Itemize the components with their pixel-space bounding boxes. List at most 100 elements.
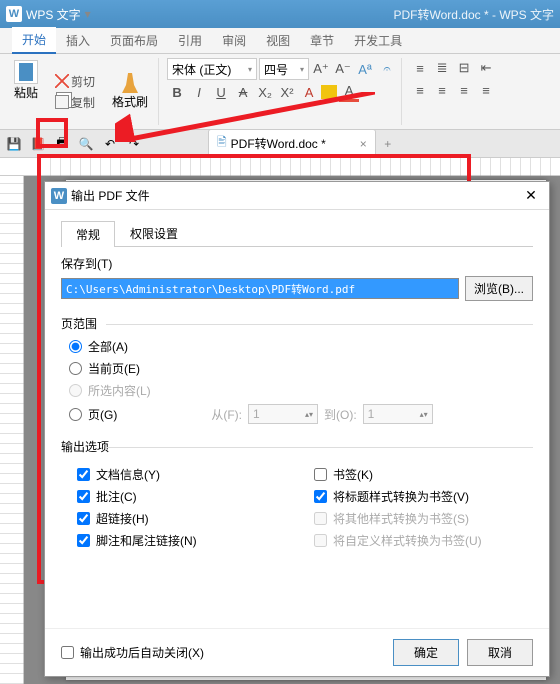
from-value: 1 bbox=[253, 407, 260, 421]
cut-icon bbox=[55, 74, 69, 88]
export-pdf-dialog: W 输出 PDF 文件 ✕ 常规 权限设置 保存到(T) 浏览(B)... 页范… bbox=[44, 181, 550, 677]
menu-start[interactable]: 开始 bbox=[12, 27, 56, 54]
app-logo: W bbox=[6, 6, 22, 22]
tab-general[interactable]: 常规 bbox=[61, 221, 115, 247]
cancel-button[interactable]: 取消 bbox=[467, 639, 533, 666]
paste-label: 粘贴 bbox=[14, 84, 38, 101]
multilevel-button[interactable]: ⊟ bbox=[454, 58, 474, 78]
size-select[interactable]: 四号▾ bbox=[259, 58, 309, 80]
check-links-input[interactable] bbox=[77, 512, 90, 525]
tab-close-button[interactable]: × bbox=[360, 137, 367, 151]
dialog-close-button[interactable]: ✕ bbox=[519, 186, 543, 206]
italic-button[interactable]: I bbox=[189, 82, 209, 102]
check-custom-input bbox=[314, 534, 327, 547]
radio-all-input[interactable] bbox=[69, 340, 82, 353]
export-pdf-button[interactable]: 📕 bbox=[28, 135, 48, 153]
tab-permissions[interactable]: 权限设置 bbox=[115, 220, 193, 246]
check-other-styles: 将其他样式转换为书签(S) bbox=[306, 510, 533, 527]
superscript-button[interactable]: X² bbox=[277, 82, 297, 102]
highlight-button[interactable] bbox=[321, 85, 337, 99]
align-right-button[interactable]: ≡ bbox=[454, 80, 474, 100]
radio-current[interactable]: 当前页(E) bbox=[61, 360, 533, 377]
print-preview-button[interactable]: 🔍 bbox=[76, 135, 96, 153]
align-justify-button[interactable]: ≡ bbox=[476, 80, 496, 100]
app-name: WPS 文字 bbox=[26, 6, 81, 23]
check-auto-close-input[interactable] bbox=[61, 646, 74, 659]
indent-left-button[interactable]: ⇤ bbox=[476, 58, 496, 78]
format-painter-button[interactable]: 格式刷 bbox=[106, 71, 154, 112]
to-spinner: 1▴▾ bbox=[363, 404, 433, 424]
cut-label: 剪切 bbox=[71, 73, 95, 90]
paste-button[interactable]: 粘贴 bbox=[8, 58, 44, 103]
font-color2-button[interactable]: A bbox=[339, 82, 359, 102]
check-comments-label: 批注(C) bbox=[96, 488, 137, 505]
menu-insert[interactable]: 插入 bbox=[56, 28, 100, 53]
decrease-font-button[interactable]: A⁻ bbox=[333, 59, 353, 79]
menu-dev[interactable]: 开发工具 bbox=[344, 28, 412, 53]
menu-review[interactable]: 审阅 bbox=[212, 28, 256, 53]
align-center-button[interactable]: ≡ bbox=[432, 80, 452, 100]
copy-button[interactable]: 复制 bbox=[52, 93, 98, 112]
path-input[interactable] bbox=[61, 278, 459, 299]
radio-current-input[interactable] bbox=[69, 362, 82, 375]
from-spinner: 1▴▾ bbox=[248, 404, 318, 424]
check-auto-close[interactable]: 输出成功后自动关闭(X) bbox=[61, 644, 204, 661]
to-label: 到(O): bbox=[324, 406, 357, 423]
radio-selection: 所选内容(L) bbox=[61, 382, 533, 399]
numbering-button[interactable]: ≣ bbox=[432, 58, 452, 78]
font-select[interactable]: 宋体 (正文)▾ bbox=[167, 58, 257, 80]
undo-button[interactable]: ↶ bbox=[100, 135, 120, 153]
app-dropdown[interactable]: ▾ bbox=[85, 7, 91, 21]
menu-chapter[interactable]: 章节 bbox=[300, 28, 344, 53]
radio-pages-input[interactable] bbox=[69, 408, 82, 421]
check-footnotes-input[interactable] bbox=[77, 534, 90, 547]
check-docinfo[interactable]: 文档信息(Y) bbox=[69, 466, 296, 483]
underline-button[interactable]: U bbox=[211, 82, 231, 102]
check-links-label: 超链接(H) bbox=[96, 510, 149, 527]
check-bookmarks-input[interactable] bbox=[314, 468, 327, 481]
align-left-button[interactable]: ≡ bbox=[410, 80, 430, 100]
check-footnotes[interactable]: 脚注和尾注链接(N) bbox=[69, 532, 296, 549]
menu-view[interactable]: 视图 bbox=[256, 28, 300, 53]
check-headings-input[interactable] bbox=[314, 490, 327, 503]
radio-all[interactable]: 全部(A) bbox=[61, 338, 533, 355]
font-color-button[interactable]: A bbox=[299, 82, 319, 102]
dialog-tabs: 常规 权限设置 bbox=[61, 220, 533, 247]
check-docinfo-input[interactable] bbox=[77, 468, 90, 481]
redo-button[interactable]: ↷ bbox=[124, 135, 144, 153]
window-title-doc: PDF转Word.doc * - WPS 文字 bbox=[394, 6, 554, 23]
font-value: 宋体 (正文) bbox=[172, 61, 231, 78]
check-links[interactable]: 超链接(H) bbox=[69, 510, 296, 527]
save-button[interactable]: 💾 bbox=[4, 135, 24, 153]
strike-button[interactable]: A bbox=[233, 82, 253, 102]
document-tab-label: PDF转Word.doc * bbox=[231, 135, 326, 152]
to-value: 1 bbox=[368, 407, 375, 421]
check-comments-input[interactable] bbox=[77, 490, 90, 503]
radio-selection-input bbox=[69, 384, 82, 397]
check-custom-styles: 将自定义样式转换为书签(U) bbox=[306, 532, 533, 549]
ruler-horizontal bbox=[0, 158, 560, 176]
dialog-footer: 输出成功后自动关闭(X) 确定 取消 bbox=[45, 628, 549, 676]
check-bookmarks[interactable]: 书签(K) bbox=[306, 466, 533, 483]
clear-format-button[interactable]: 𝄐 bbox=[377, 59, 397, 79]
menu-reference[interactable]: 引用 bbox=[168, 28, 212, 53]
subscript-button[interactable]: X₂ bbox=[255, 82, 275, 102]
menubar: 开始 插入 页面布局 引用 审阅 视图 章节 开发工具 bbox=[0, 28, 560, 54]
menu-layout[interactable]: 页面布局 bbox=[100, 28, 168, 53]
change-case-button[interactable]: Aª bbox=[355, 59, 375, 79]
radio-all-label: 全部(A) bbox=[88, 338, 128, 355]
check-comments[interactable]: 批注(C) bbox=[69, 488, 296, 505]
check-headings[interactable]: 将标题样式转换为书签(V) bbox=[306, 488, 533, 505]
print-button[interactable]: 🖶 bbox=[52, 135, 72, 153]
cut-button[interactable]: 剪切 bbox=[52, 72, 98, 91]
copy-label: 复制 bbox=[71, 94, 95, 111]
copy-icon bbox=[55, 95, 69, 109]
new-tab-button[interactable]: + bbox=[378, 135, 398, 153]
bold-button[interactable]: B bbox=[167, 82, 187, 102]
doc-icon: 🖹 bbox=[217, 133, 227, 154]
document-tab[interactable]: 🖹 PDF转Word.doc * × bbox=[208, 129, 376, 158]
browse-button[interactable]: 浏览(B)... bbox=[465, 276, 533, 301]
increase-font-button[interactable]: A⁺ bbox=[311, 59, 331, 79]
bullets-button[interactable]: ≡ bbox=[410, 58, 430, 78]
ok-button[interactable]: 确定 bbox=[393, 639, 459, 666]
